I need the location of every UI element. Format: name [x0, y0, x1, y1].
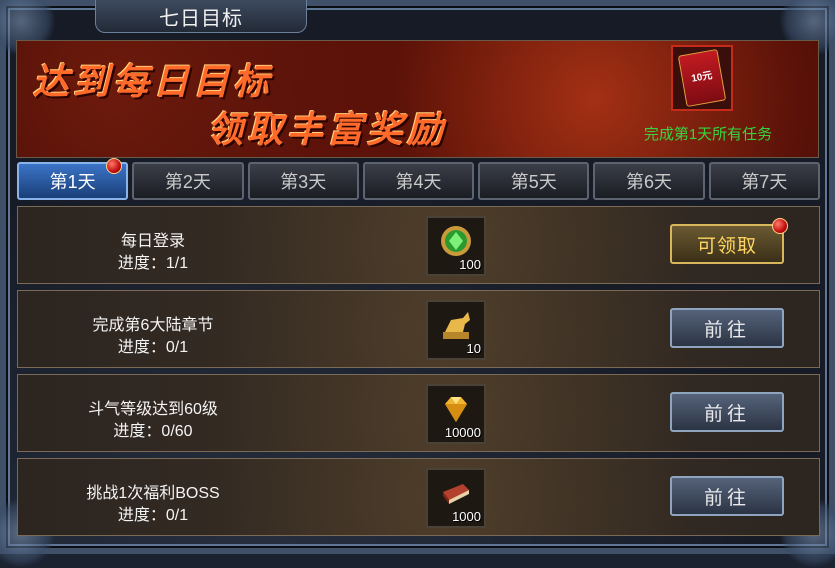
- tab-day-3[interactable]: 第3天: [247, 162, 359, 200]
- notification-dot-icon: [106, 158, 123, 174]
- item-quantity: 100: [459, 257, 481, 272]
- tab-label: 第7天: [741, 172, 788, 192]
- gold-diamond-icon: [445, 397, 467, 422]
- final-reward-slot[interactable]: 10元: [671, 45, 733, 111]
- tab-label: 第1天: [49, 172, 96, 192]
- tab-day-7[interactable]: 第7天: [708, 162, 820, 200]
- task-row: 挑战1次福利BOSS 进度：0/1 1000 前往: [17, 458, 820, 536]
- task-progress: 进度：0/60: [113, 423, 193, 440]
- goto-button[interactable]: 前往: [670, 476, 784, 516]
- task-progress: 进度：0/1: [117, 507, 189, 524]
- banner-subheadline: 领取丰富奖励: [207, 109, 448, 151]
- promo-banner: 达到每日目标 领取丰富奖励 10元 完成第1天所有任务: [16, 40, 819, 158]
- task-name: 斗气等级达到60级: [88, 401, 218, 418]
- reward-item-slot[interactable]: 10000: [426, 384, 486, 444]
- window-title: 七日目标: [159, 7, 243, 30]
- tab-day-4[interactable]: 第4天: [362, 162, 475, 200]
- goto-button[interactable]: 前往: [670, 308, 784, 348]
- task-list: 每日登录 进度：1/1 100 可领取 完成第6大陆章节 进度：0/1 10 前…: [17, 206, 820, 546]
- banner-headline: 达到每日目标: [33, 61, 274, 103]
- task-progress: 进度：0/1: [117, 339, 189, 356]
- red-book-icon: [443, 484, 469, 504]
- tab-label: 第6天: [626, 172, 673, 192]
- tab-day-1[interactable]: 第1天: [17, 158, 129, 200]
- item-quantity: 1000: [452, 509, 481, 524]
- tab-label: 第5天: [510, 172, 557, 192]
- task-progress: 进度：1/1: [117, 255, 189, 272]
- tab-day-2[interactable]: 第2天: [132, 162, 244, 200]
- goto-button-label: 前往: [703, 403, 750, 425]
- red-envelope-icon: 10元: [677, 48, 727, 108]
- tab-day-6[interactable]: 第6天: [593, 162, 705, 200]
- reward-item-slot[interactable]: 10: [426, 300, 486, 360]
- tab-label: 第3天: [280, 172, 327, 192]
- reward-caption: 完成第1天所有任务: [643, 126, 773, 143]
- claim-button-label: 可领取: [696, 235, 757, 257]
- task-name: 完成第6大陆章节: [92, 317, 214, 334]
- red-envelope-label: 10元: [690, 70, 714, 85]
- claim-button[interactable]: 可领取: [670, 218, 788, 264]
- title-plate: 七日目标: [95, 0, 307, 33]
- task-row: 斗气等级达到60级 进度：0/60 10000 前往: [17, 374, 820, 452]
- item-quantity: 10000: [444, 425, 481, 440]
- notification-dot-icon: [772, 218, 788, 234]
- tab-label: 第2天: [164, 172, 211, 192]
- tab-label: 第4天: [395, 172, 442, 192]
- golden-horse-statue-icon: [443, 312, 470, 339]
- goto-button[interactable]: 前往: [670, 392, 784, 432]
- task-row: 完成第6大陆章节 进度：0/1 10 前往: [17, 290, 820, 368]
- green-gem-icon: [441, 226, 471, 256]
- task-name: 挑战1次福利BOSS: [86, 485, 220, 502]
- task-name: 每日登录: [120, 233, 185, 250]
- item-quantity: 10: [466, 341, 481, 356]
- day-tabs: 第1天 第2天 第3天 第4天 第5天 第6天 第7天: [17, 158, 820, 202]
- tab-day-5[interactable]: 第5天: [478, 162, 590, 200]
- goto-button-label: 前往: [703, 319, 750, 341]
- goto-button-label: 前往: [703, 487, 750, 509]
- task-row: 每日登录 进度：1/1 100 可领取: [17, 206, 820, 284]
- reward-item-slot[interactable]: 1000: [426, 468, 486, 528]
- reward-item-slot[interactable]: 100: [426, 216, 486, 276]
